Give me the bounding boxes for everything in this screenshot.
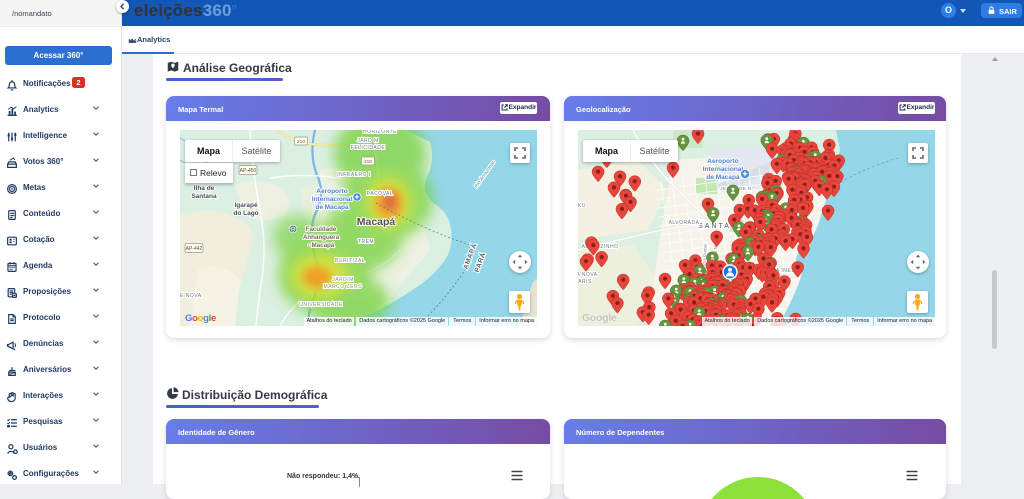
svg-text:Aeroporto: Aeroporto: [707, 158, 738, 165]
svg-text:AP-450: AP-450: [240, 168, 257, 174]
svg-text:ARIS: ARIS: [578, 279, 592, 285]
svg-text:INFRAERO I: INFRAERO I: [337, 172, 371, 178]
svg-text:de Macapá: de Macapá: [315, 204, 349, 211]
svg-text:ALVORADA: ALVORADA: [669, 220, 700, 226]
svg-text:Santana: Santana: [191, 193, 217, 200]
svg-text:Faculdade: Faculdade: [306, 226, 337, 233]
svg-text:A NOVA: A NOVA: [578, 272, 598, 278]
svg-text:Anhanguera: Anhanguera: [303, 234, 340, 241]
svg-text:Aeroporto: Aeroporto: [316, 188, 347, 195]
svg-text:- Macapá: - Macapá: [308, 242, 335, 249]
svg-text:UNIVERSIDADE: UNIVERSIDADE: [299, 302, 343, 308]
svg-text:TE NOVA: TE NOVA: [180, 293, 202, 299]
svg-text:BURITIZAL: BURITIZAL: [335, 258, 365, 264]
svg-text:210: 210: [364, 159, 372, 165]
svg-text:HORIZONTE: HORIZONTE: [363, 130, 397, 135]
svg-text:Internacional: Internacional: [703, 166, 744, 173]
svg-text:FELICIDADE: FELICIDADE: [351, 145, 386, 151]
svg-text:do Lago: do Lago: [233, 210, 258, 217]
svg-text:JARDIM: JARDIM: [332, 277, 354, 283]
svg-text:210: 210: [297, 139, 305, 145]
svg-text:AP-442: AP-442: [186, 246, 203, 252]
svg-text:TREM: TREM: [358, 239, 374, 245]
svg-text:Igarapé: Igarapé: [234, 202, 258, 209]
svg-text:de Macapá: de Macapá: [706, 174, 740, 181]
svg-text:Macapá: Macapá: [357, 216, 396, 228]
svg-text:MARCO ZERO: MARCO ZERO: [324, 284, 363, 290]
svg-text:Internacional: Internacional: [312, 196, 353, 203]
svg-text:PACOVAL: PACOVAL: [367, 191, 393, 197]
svg-text:JARD M: JARD M: [357, 138, 379, 144]
svg-text:IKO: IKO: [578, 203, 586, 209]
svg-text:Ilha de: Ilha de: [194, 185, 215, 192]
